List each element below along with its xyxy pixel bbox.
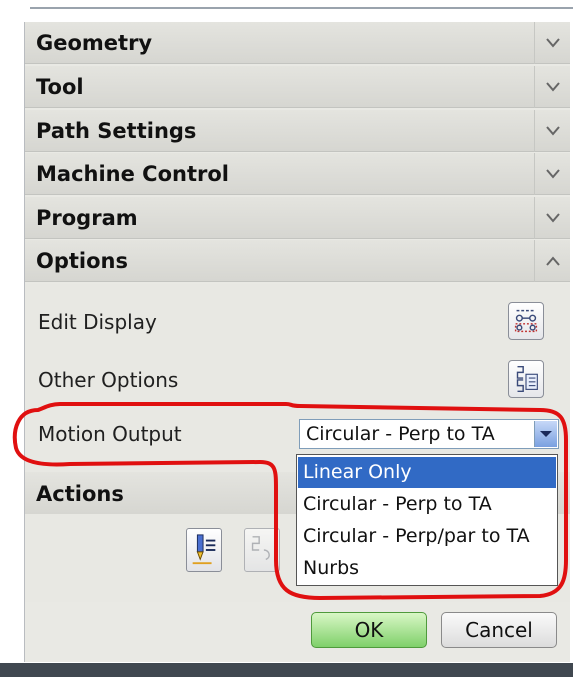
- option-list-icon: [516, 366, 538, 392]
- chevron-down-icon[interactable]: [534, 66, 570, 108]
- chevron-down-icon[interactable]: [534, 197, 570, 239]
- ok-button[interactable]: OK: [311, 612, 427, 648]
- group-label-tool: Tool: [36, 75, 84, 99]
- motion-output-label: Motion Output: [38, 422, 182, 446]
- generate-toolpath-button[interactable]: [186, 528, 222, 572]
- group-label-actions: Actions: [36, 482, 124, 506]
- edit-display-label: Edit Display: [38, 310, 157, 334]
- dropdown-option-circular-perp[interactable]: Circular - Perp to TA: [298, 489, 556, 520]
- chevron-down-icon[interactable]: [534, 22, 570, 64]
- display-settings-icon: [514, 309, 538, 333]
- dropdown-arrow-icon[interactable]: [534, 421, 557, 447]
- cancel-button[interactable]: Cancel: [441, 612, 557, 648]
- replay-toolpath-button[interactable]: [244, 528, 280, 572]
- other-options-label: Other Options: [38, 368, 179, 392]
- chevron-down-icon[interactable]: [534, 153, 570, 195]
- group-label-geometry: Geometry: [36, 31, 153, 55]
- group-label-program: Program: [36, 206, 138, 230]
- group-header-geometry[interactable]: Geometry: [25, 22, 570, 64]
- group-label-machine-control: Machine Control: [36, 162, 229, 186]
- replay-path-icon: [251, 536, 270, 561]
- group-header-path-settings[interactable]: Path Settings: [25, 110, 570, 152]
- chevron-up-icon[interactable]: [534, 240, 570, 282]
- window-bottom-edge: [0, 663, 573, 677]
- group-label-options: Options: [36, 249, 128, 273]
- chevron-down-icon[interactable]: [534, 110, 570, 152]
- group-header-tool[interactable]: Tool: [25, 66, 570, 108]
- group-header-machine-control[interactable]: Machine Control: [25, 153, 570, 195]
- group-header-program[interactable]: Program: [25, 197, 570, 239]
- edit-display-button[interactable]: [508, 302, 544, 340]
- generate-toolpath-icon: [192, 534, 216, 565]
- other-options-button[interactable]: [508, 360, 544, 398]
- group-header-options[interactable]: Options: [25, 240, 570, 282]
- dropdown-option-linear-only[interactable]: Linear Only: [298, 457, 556, 488]
- motion-output-dropdown-list: Linear Only Circular - Perp to TA Circul…: [296, 454, 558, 586]
- motion-output-value: Circular - Perp to TA: [306, 423, 495, 445]
- group-label-path-settings: Path Settings: [36, 119, 197, 143]
- dropdown-option-nurbs[interactable]: Nurbs: [298, 553, 556, 584]
- motion-output-select[interactable]: Circular - Perp to TA: [299, 419, 559, 449]
- window-top-edge: [0, 0, 573, 10]
- dropdown-option-circular-perp-par[interactable]: Circular - Perp/par to TA: [298, 521, 556, 552]
